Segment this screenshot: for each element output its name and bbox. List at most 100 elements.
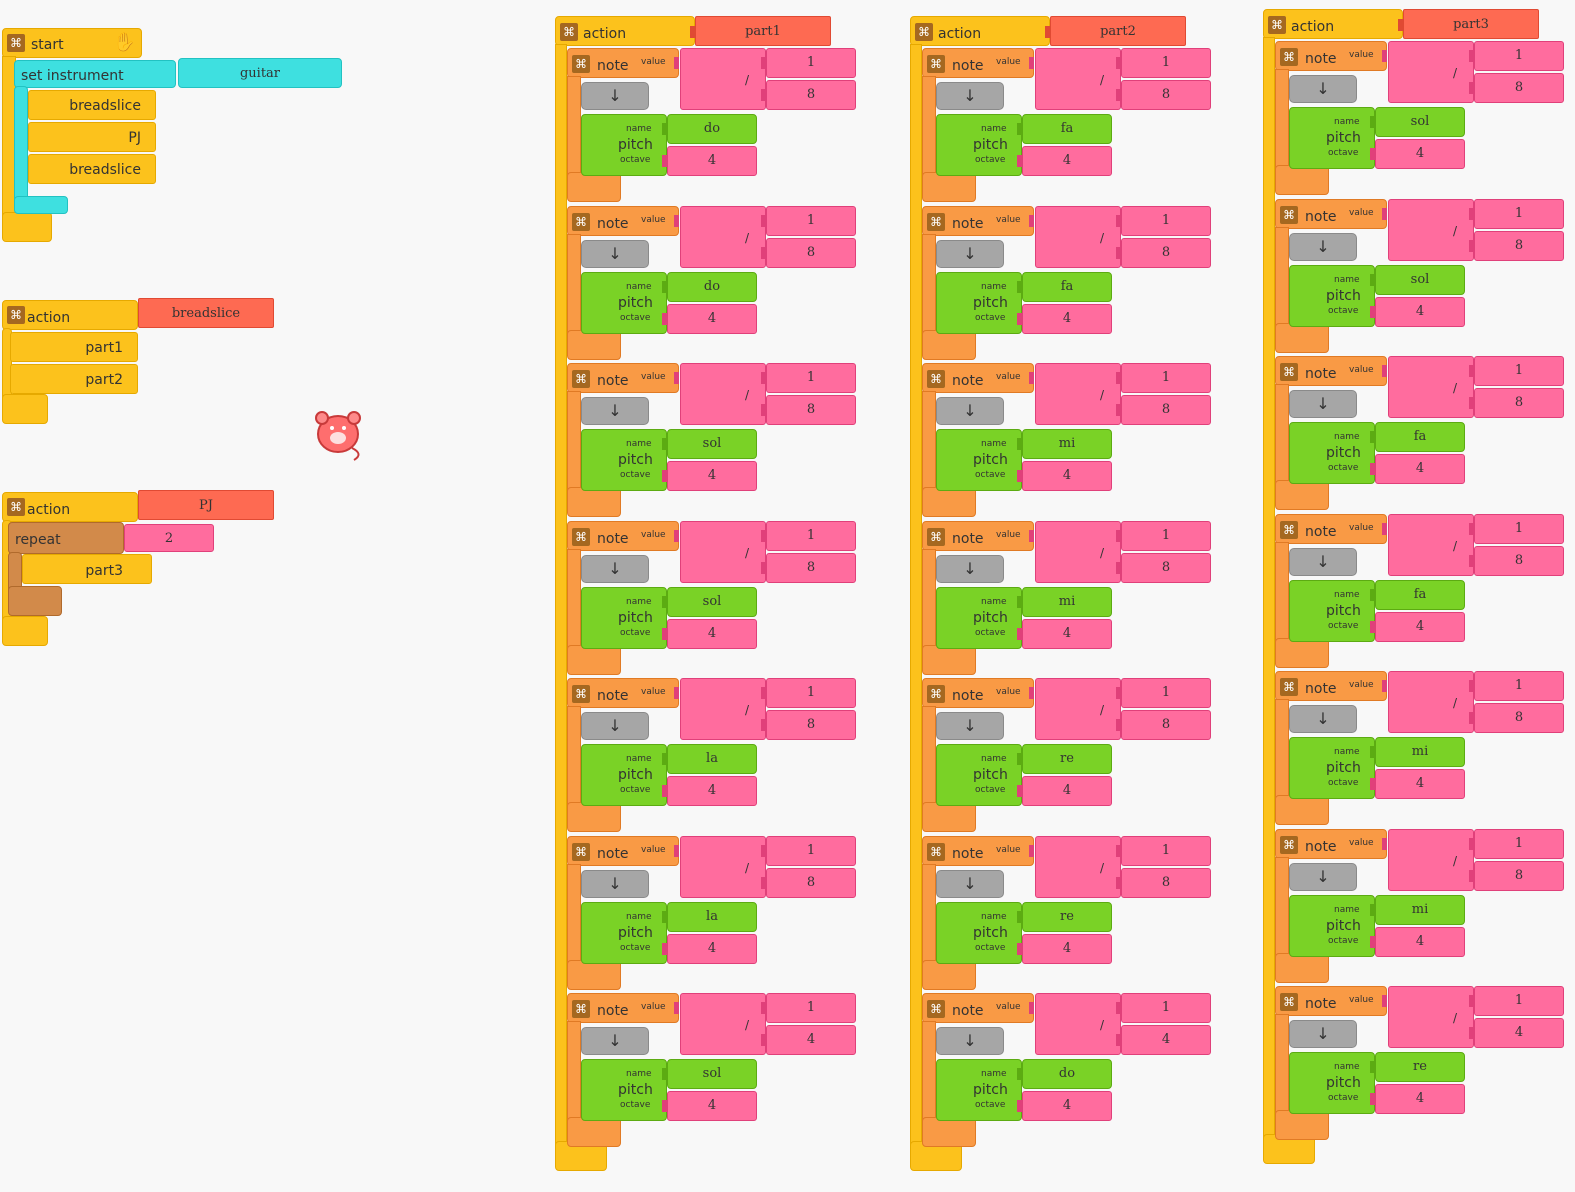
note-block[interactable]: ⌘ note value / 1 8 — [922, 363, 1214, 521]
hand-run-icon[interactable]: ✋ — [113, 32, 135, 53]
rest-down-block[interactable]: ↓ — [581, 82, 649, 110]
pitch-block[interactable]: name pitch octave — [581, 1059, 667, 1121]
numerator-field[interactable]: 1 — [1116, 520, 1211, 551]
divide-block[interactable]: / — [1388, 986, 1474, 1048]
pitch-block[interactable]: name pitch octave — [1289, 579, 1375, 642]
denominator-field[interactable]: 8 — [761, 237, 856, 268]
call-block[interactable]: PJ — [28, 122, 156, 152]
note-header[interactable]: ⌘ note value — [922, 363, 1034, 393]
note-block[interactable]: ⌘ note value / 1 8 — [567, 678, 859, 836]
note-header[interactable]: ⌘ note value — [567, 835, 679, 866]
note-header[interactable]: ⌘ note value — [567, 205, 679, 236]
pitch-name-field[interactable]: re — [1017, 744, 1112, 774]
pitch-block[interactable]: name pitch octave — [581, 271, 667, 334]
numerator-field[interactable]: 1 — [1469, 828, 1564, 859]
note-block[interactable]: ⌘ note value / 1 8 — [1275, 356, 1567, 514]
pitch-block[interactable]: name pitch octave — [1289, 107, 1375, 169]
collapse-icon[interactable]: ⌘ — [915, 23, 933, 41]
denominator-field[interactable]: 8 — [1116, 80, 1211, 110]
pitch-block[interactable]: name pitch octave — [936, 429, 1022, 491]
octave-field[interactable]: 4 — [1017, 933, 1112, 964]
note-header[interactable]: ⌘ note value — [922, 835, 1034, 866]
pitch-name-field[interactable]: do — [662, 114, 757, 144]
note-header[interactable]: ⌘ note value — [1275, 828, 1387, 859]
pitch-name-field[interactable]: sol — [1370, 107, 1465, 137]
collapse-icon[interactable]: ⌘ — [1280, 363, 1298, 381]
rest-down-block[interactable]: ↓ — [1289, 1020, 1357, 1048]
denominator-field[interactable]: 8 — [1469, 73, 1564, 103]
octave-field[interactable]: 4 — [662, 618, 757, 649]
collapse-icon[interactable]: ⌘ — [1280, 48, 1298, 66]
collapse-icon[interactable]: ⌘ — [1280, 520, 1298, 539]
start-block[interactable]: ⌘ start ✋ set instrument guitar breadsli… — [0, 0, 360, 250]
note-header[interactable]: ⌘ note value — [567, 48, 679, 78]
denominator-field[interactable]: 8 — [761, 867, 856, 898]
action-header[interactable]: ⌘ action — [555, 16, 695, 46]
octave-field[interactable]: 4 — [1370, 769, 1465, 799]
denominator-field[interactable]: 8 — [1469, 703, 1564, 733]
pitch-block[interactable]: name pitch octave — [1289, 422, 1375, 484]
divide-block[interactable]: / — [1388, 41, 1474, 103]
pitch-name-field[interactable]: fa — [1017, 271, 1112, 302]
set-instrument-block[interactable]: set instrument — [14, 60, 176, 88]
collapse-icon[interactable]: ⌘ — [572, 527, 590, 546]
divide-block[interactable]: / — [1035, 48, 1121, 110]
octave-field[interactable]: 4 — [1017, 461, 1112, 491]
divide-block[interactable]: / — [680, 520, 766, 583]
divide-block[interactable]: / — [1388, 513, 1474, 576]
denominator-field[interactable]: 8 — [1116, 395, 1211, 425]
collapse-icon[interactable]: ⌘ — [927, 370, 945, 388]
note-header[interactable]: ⌘ note value — [922, 520, 1034, 551]
note-header[interactable]: ⌘ note value — [1275, 41, 1387, 71]
note-header[interactable]: ⌘ note value — [922, 205, 1034, 236]
numerator-field[interactable]: 1 — [1116, 678, 1211, 708]
pitch-block[interactable]: name pitch octave — [581, 744, 667, 806]
numerator-field[interactable]: 1 — [1469, 986, 1564, 1016]
pitch-name-field[interactable]: sol — [662, 586, 757, 617]
note-header[interactable]: ⌘ note value — [1275, 198, 1387, 229]
collapse-icon[interactable]: ⌘ — [7, 34, 25, 52]
denominator-field[interactable]: 8 — [1469, 388, 1564, 418]
numerator-field[interactable]: 1 — [761, 520, 856, 551]
pitch-name-field[interactable]: re — [1017, 901, 1112, 932]
pitch-block[interactable]: name pitch octave — [581, 429, 667, 491]
rest-down-block[interactable]: ↓ — [1289, 705, 1357, 733]
octave-field[interactable]: 4 — [662, 933, 757, 964]
numerator-field[interactable]: 1 — [1469, 198, 1564, 229]
numerator-field[interactable]: 1 — [761, 48, 856, 78]
divide-block[interactable]: / — [1035, 363, 1121, 425]
repeat-block[interactable]: repeat — [8, 522, 124, 554]
note-header[interactable]: ⌘ note value — [1275, 671, 1387, 701]
collapse-icon[interactable]: ⌘ — [572, 1000, 590, 1018]
collapse-icon[interactable]: ⌘ — [572, 370, 590, 388]
note-header[interactable]: ⌘ note value — [567, 993, 679, 1023]
pitch-name-field[interactable]: sol — [662, 429, 757, 459]
note-header[interactable]: ⌘ note value — [922, 678, 1034, 708]
pitch-name-field[interactable]: do — [1017, 1059, 1112, 1089]
numerator-field[interactable]: 1 — [1469, 671, 1564, 701]
note-block[interactable]: ⌘ note value / 1 8 — [567, 520, 859, 679]
collapse-icon[interactable]: ⌘ — [572, 685, 590, 703]
collapse-icon[interactable]: ⌘ — [560, 23, 578, 41]
note-header[interactable]: ⌘ note value — [1275, 356, 1387, 386]
numerator-field[interactable]: 1 — [761, 363, 856, 393]
note-block[interactable]: ⌘ note value / 1 8 — [922, 678, 1214, 836]
call-block[interactable]: breadslice — [28, 90, 156, 120]
divide-block[interactable]: / — [1035, 678, 1121, 740]
pitch-name-field[interactable]: fa — [1017, 114, 1112, 144]
note-block[interactable]: ⌘ note value / 1 8 — [567, 48, 859, 206]
note-header[interactable]: ⌘ note value — [922, 48, 1034, 78]
octave-field[interactable]: 4 — [1370, 926, 1465, 957]
pitch-name-field[interactable]: re — [1370, 1052, 1465, 1082]
pitch-name-field[interactable]: mi — [1370, 894, 1465, 925]
collapse-icon[interactable]: ⌘ — [1280, 678, 1298, 696]
pitch-block[interactable]: name pitch octave — [936, 114, 1022, 176]
denominator-field[interactable]: 8 — [1116, 710, 1211, 740]
divide-block[interactable]: / — [680, 205, 766, 268]
rest-down-block[interactable]: ↓ — [581, 239, 649, 268]
rest-down-block[interactable]: ↓ — [581, 869, 649, 898]
note-header[interactable]: ⌘ note value — [567, 363, 679, 393]
call-block[interactable]: breadslice — [28, 154, 156, 184]
numerator-field[interactable]: 1 — [761, 205, 856, 236]
rest-down-block[interactable]: ↓ — [936, 869, 1004, 898]
